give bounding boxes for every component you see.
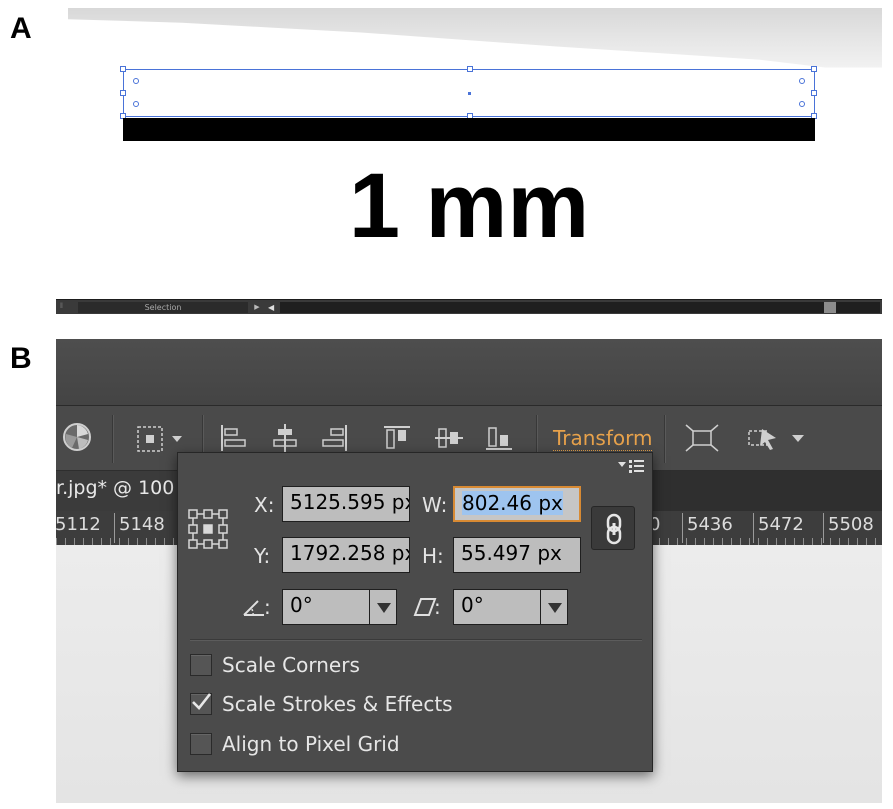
corner-widget-icon[interactable]: [799, 78, 805, 84]
scale-corners-label: Scale Corners: [222, 653, 360, 677]
corner-widget-icon[interactable]: [133, 101, 139, 107]
scrollbar-thumb[interactable]: [824, 302, 836, 313]
resize-handle-middle-right[interactable]: [811, 90, 817, 96]
scale-strokes-label: Scale Strokes & Effects: [222, 692, 453, 716]
align-bottom-icon[interactable]: [484, 423, 514, 453]
align-pixel-grid-label: Align to Pixel Grid: [222, 732, 400, 756]
w-label: W:: [422, 493, 448, 517]
h-field[interactable]: 55.497 px: [453, 537, 581, 573]
application-frame: [56, 339, 882, 406]
scale-bar: [123, 118, 815, 141]
panel-divider: [190, 639, 642, 640]
paper-edge: [68, 8, 882, 68]
scale-bar-label: 1 mm: [348, 155, 590, 257]
resize-handle-top-left[interactable]: [120, 66, 126, 72]
shear-dropdown-button[interactable]: [540, 589, 568, 625]
toolbar-separator: [664, 415, 665, 463]
document-tab[interactable]: r.jpg* @ 100: [56, 471, 182, 511]
panel-menu-icon[interactable]: [616, 457, 646, 475]
play-icon[interactable]: ▶: [252, 302, 262, 313]
align-horizontal-center-icon[interactable]: [270, 423, 300, 453]
scroll-left-icon[interactable]: ◀: [268, 302, 278, 313]
isolate-object-icon[interactable]: [684, 423, 720, 453]
status-tool-name[interactable]: Selection: [78, 302, 248, 313]
transform-panel-link[interactable]: Transform: [553, 426, 653, 451]
y-label: Y:: [254, 544, 271, 568]
scale-strokes-checkbox[interactable]: [190, 693, 212, 715]
transform-panel: X: 5125.595 px W: 802.46 px Y: 1792.258 …: [177, 452, 653, 772]
corner-widget-icon[interactable]: [133, 78, 139, 84]
rotate-field[interactable]: 0°: [282, 589, 370, 625]
center-point: [468, 92, 471, 95]
panel-b-screenshot: Transform r.jpg* @ 100 5112 5148 0 5436 …: [56, 339, 882, 803]
rotate-dropdown-button[interactable]: [369, 589, 397, 625]
corner-widget-icon[interactable]: [799, 101, 805, 107]
reference-point-icon[interactable]: [136, 424, 186, 454]
align-top-icon[interactable]: [382, 423, 412, 453]
shear-label: :: [434, 595, 441, 619]
chevron-down-icon: [377, 603, 391, 613]
x-label: X:: [254, 493, 275, 517]
scale-corners-checkbox[interactable]: [190, 654, 212, 676]
checkmark-icon: [192, 693, 212, 710]
w-value-selection: 802.46 px: [462, 491, 563, 515]
align-pixel-grid-checkbox[interactable]: [190, 733, 212, 755]
x-field[interactable]: 5125.595 px: [282, 486, 410, 522]
horizontal-scrollbar[interactable]: [280, 302, 880, 313]
align-left-icon[interactable]: [218, 423, 248, 453]
chain-link-icon: [606, 513, 622, 545]
y-field[interactable]: 1792.258 px: [282, 537, 410, 573]
panel-a-canvas: 1 mm ‖ Selection ▶ ◀: [56, 8, 882, 314]
chevron-down-icon: [548, 603, 562, 613]
selection-bounding-box[interactable]: [120, 66, 817, 119]
appearance-wheel-icon[interactable]: [62, 422, 92, 452]
toolbar-separator: [112, 415, 113, 463]
resize-handle-middle-left[interactable]: [120, 90, 126, 96]
resize-handle-top-center[interactable]: [467, 66, 473, 72]
panel-a-letter: A: [10, 12, 32, 45]
grip-icon: ‖: [60, 303, 63, 310]
rotate-label: :: [264, 595, 271, 619]
status-bar: ‖ Selection ▶ ◀: [56, 299, 882, 314]
resize-handle-top-right[interactable]: [811, 66, 817, 72]
shear-field[interactable]: 0°: [453, 589, 541, 625]
align-right-icon[interactable]: [320, 423, 350, 453]
w-field[interactable]: 802.46 px: [453, 486, 581, 522]
select-similar-icon[interactable]: [746, 423, 810, 453]
reference-point-locator-icon[interactable]: [188, 509, 228, 549]
constrain-proportions-button[interactable]: [591, 506, 635, 550]
panel-b-letter: B: [10, 342, 32, 375]
h-label: H:: [422, 544, 444, 568]
align-vertical-center-icon[interactable]: [434, 423, 464, 453]
